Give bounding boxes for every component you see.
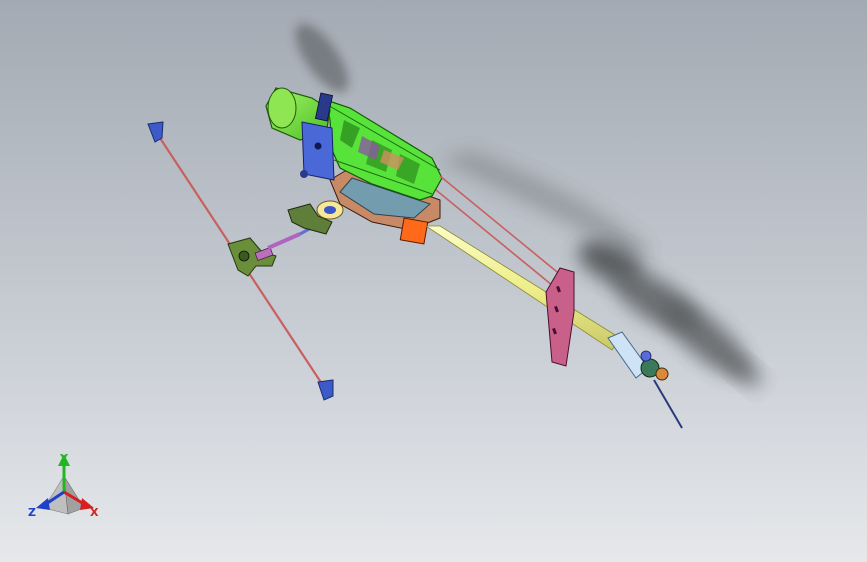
y-axis-label: Y: [59, 452, 69, 465]
z-axis-label: Z: [28, 506, 36, 519]
cad-viewport[interactable]: Y X Z: [0, 0, 867, 562]
tail-gearbox: [607, 331, 683, 429]
main-frame[interactable]: [325, 99, 443, 245]
boom-clamp: [399, 217, 429, 245]
coordinate-triad: Y X Z: [28, 452, 99, 519]
flybar-hub: [227, 237, 277, 277]
flybar-paddle-top: [147, 121, 164, 143]
rotor-head-linkage[interactable]: [267, 200, 344, 250]
servo: [300, 121, 335, 181]
x-axis-label: X: [90, 506, 99, 519]
flybar-paddle-bottom: [317, 379, 334, 401]
